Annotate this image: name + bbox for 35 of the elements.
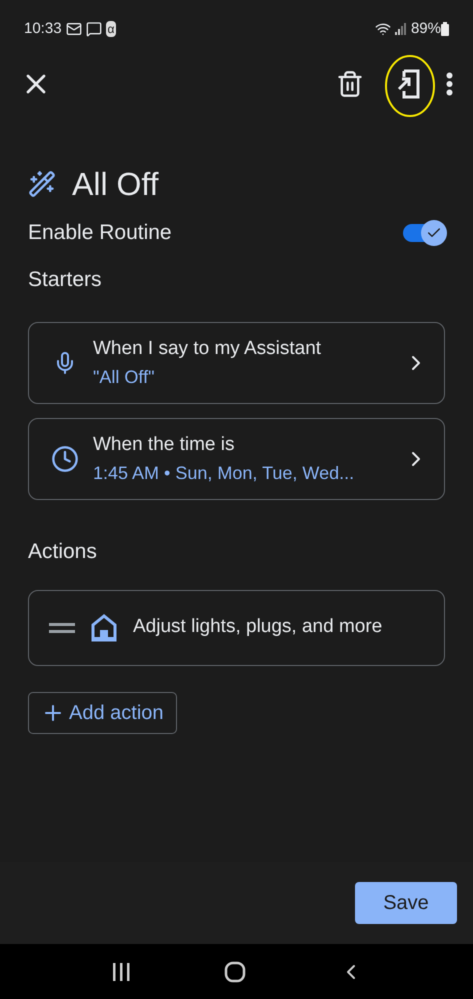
delete-button[interactable] [336,70,364,98]
signal-icon [394,23,407,35]
enable-routine-label: Enable Routine [28,220,173,246]
starters-heading: Starters [28,267,103,293]
action-card[interactable]: Adjust lights, plugs, and more [28,590,445,666]
trash-icon [336,70,364,98]
clock-icon [51,445,79,473]
home-icon [91,614,117,642]
notification-badge: α [106,21,116,37]
starter-card[interactable]: When the time is 1:45 AM • Sun, Mon, Tue, Wed... [28,418,445,500]
add-to-home-screen-button[interactable] [396,68,422,100]
actions-heading: Actions [28,539,98,565]
more-options-button[interactable] [446,72,453,96]
save-button[interactable]: Save [355,882,457,924]
more-icon [446,72,453,96]
recent-apps-icon[interactable] [110,962,130,980]
routine-title: All Off [72,165,159,204]
wifi-icon [374,21,391,37]
action-label: Adjust lights, plugs, and more [133,615,382,640]
drag-handle-icon [49,622,75,632]
status-time: 10:33 [24,18,62,39]
battery-percent: 89% [410,18,441,39]
mail-icon [66,21,82,37]
battery-icon [441,22,449,36]
starter-card[interactable]: When I say to my Assistant "All Off" [28,322,445,404]
add-action-button[interactable]: Add action [28,692,177,734]
starter-title: When the time is [93,433,236,458]
highlight-ring [384,54,436,118]
starter-detail: 1:45 AM • Sun, Mon, Tue, Wed... [93,462,356,485]
home-nav-icon[interactable] [224,960,246,982]
starter-title: When I say to my Assistant [93,337,322,362]
magic-wand-icon [28,170,56,198]
phone-arrow-icon [396,68,422,100]
message-icon [86,21,102,37]
starter-detail: "All Off" [93,366,156,389]
